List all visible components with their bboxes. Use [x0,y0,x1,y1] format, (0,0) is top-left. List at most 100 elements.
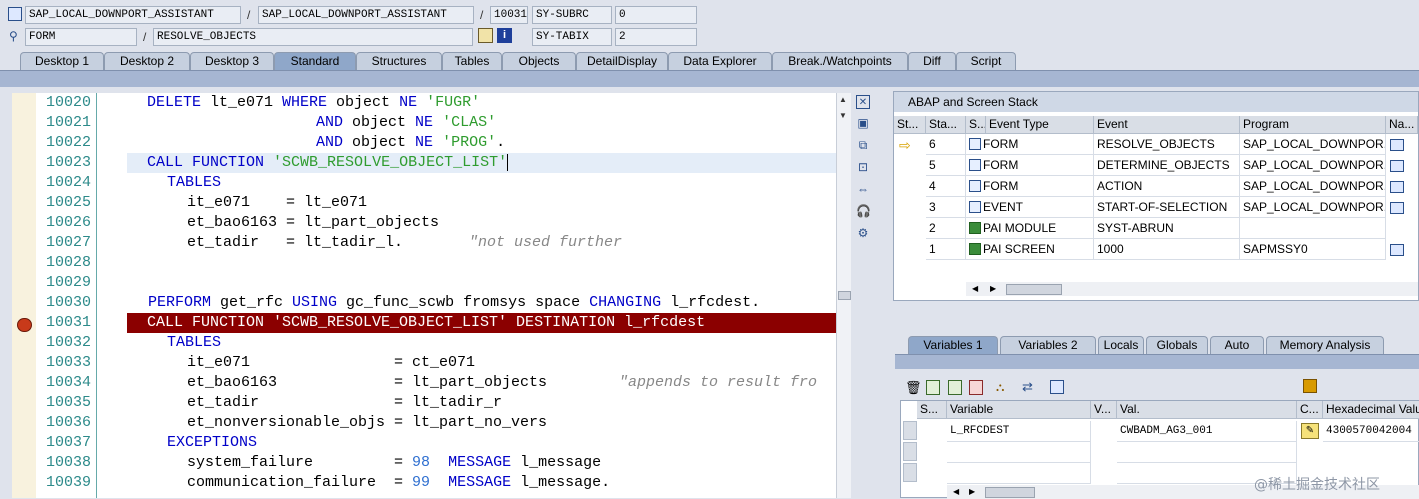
change-value-pencil-icon[interactable]: ✎ [1301,423,1319,439]
stack-row-level[interactable]: 1 [926,239,966,260]
save-icon[interactable] [1303,379,1317,393]
stack-row-level[interactable]: 6 [926,134,966,155]
scroll-up-icon[interactable]: ▲ [839,95,847,104]
stack-row-program[interactable]: SAP_LOCAL_DOWNPOR... [1240,134,1386,155]
var-col-header[interactable]: Hexadecimal Valu [1323,401,1419,419]
stack-row-type[interactable]: EVENT [966,197,1094,218]
scroll-right-icon[interactable]: ▶ [969,485,975,499]
stack-horizontal-scrollbar[interactable]: ◀ ▶ [966,282,1418,296]
navigate-icon[interactable] [1390,139,1404,151]
scroll-thumb[interactable] [1006,284,1062,295]
var-col-header[interactable]: Variable [947,401,1091,419]
source-editor[interactable]: 10020 10021 10022 10023 10024 10025 1002… [12,93,836,498]
navigate-icon[interactable] [1390,244,1404,256]
variable-value-cell[interactable]: CWBADM_AG3_001 [1117,421,1297,442]
var-col-header[interactable]: C... [1297,401,1323,419]
stack-col-header[interactable]: Sta... [926,116,966,134]
breakpoint-gutter[interactable] [12,93,37,498]
tab-globals[interactable]: Globals [1146,336,1208,354]
stack-row-event[interactable]: RESOLVE_OBJECTS [1094,134,1240,155]
tab-tables[interactable]: Tables [442,52,502,70]
scroll-thumb[interactable] [985,487,1035,498]
close-icon[interactable]: ✕ [856,95,870,109]
variable-name-cell[interactable] [947,463,1091,484]
var-col-header[interactable]: Val. [1117,401,1297,419]
stack-col-header[interactable]: Na... [1386,116,1418,134]
include-program-field[interactable]: SAP_LOCAL_DOWNPORT_ASSISTANT [258,6,474,24]
row-selector[interactable] [903,463,917,482]
navigate-icon[interactable] [1390,160,1404,172]
variable-hex-cell[interactable]: 4300570042004 [1323,421,1419,442]
filter-icon[interactable] [1050,380,1064,394]
stack-row-event[interactable]: START-OF-SELECTION [1094,197,1240,218]
swap-tool-icon[interactable]: ⧉ [856,138,870,152]
maximize-icon[interactable]: ⊡ [856,160,870,174]
event-type-field[interactable]: FORM [25,28,137,46]
scroll-left-icon[interactable]: ◀ [972,282,978,296]
tab-diff[interactable]: Diff [908,52,956,70]
main-program-field[interactable]: SAP_LOCAL_DOWNPORT_ASSISTANT [25,6,241,24]
headphones-icon[interactable]: 🎧 [856,204,871,218]
event-name-field[interactable]: RESOLVE_OBJECTS [153,28,473,46]
transfer-icon[interactable]: ⇄ [1022,379,1033,395]
tab-memory-analysis[interactable]: Memory Analysis [1266,336,1384,354]
scroll-left-icon[interactable]: ◀ [953,485,959,499]
stack-row-program[interactable] [1240,218,1386,239]
stack-col-header[interactable]: Event [1094,116,1240,134]
tab-watchpoints[interactable]: Break./Watchpoints [772,52,908,70]
delete-icon[interactable]: 🗑 [905,380,922,396]
tab-detaildisplay[interactable]: DetailDisplay [576,52,668,70]
tab-variables-1[interactable]: Variables 1 [908,336,998,354]
import-icon[interactable] [926,380,940,395]
stack-row-level[interactable]: 5 [926,155,966,176]
info-icon[interactable]: i [497,28,512,43]
tab-objects[interactable]: Objects [502,52,576,70]
row-selector[interactable] [903,442,917,461]
tab-desktop-3[interactable]: Desktop 3 [190,52,274,70]
resize-icon[interactable]: ⇔ [856,182,870,196]
navigate-icon[interactable] [1390,181,1404,193]
stack-row-program[interactable]: SAPMSSY0 [1240,239,1386,260]
stack-row-event[interactable]: DETERMINE_OBJECTS [1094,155,1240,176]
stack-row-type[interactable]: PAI MODULE [966,218,1094,239]
stack-col-header[interactable]: S... [966,116,986,134]
stack-row-type[interactable]: FORM [966,176,1094,197]
scroll-right-icon[interactable]: ▶ [990,282,996,296]
tab-standard[interactable]: Standard [274,52,356,70]
navigate-icon[interactable] [478,28,493,43]
stack-row-level[interactable]: 3 [926,197,966,218]
tab-desktop-1[interactable]: Desktop 1 [20,52,104,70]
scroll-thumb[interactable] [838,291,851,300]
variable-name-cell[interactable] [947,442,1091,463]
variable-name-cell[interactable]: L_RFCDEST [947,421,1091,442]
breakpoint-icon[interactable] [17,318,32,332]
stack-row-type[interactable]: PAI SCREEN [966,239,1094,260]
stack-col-header[interactable]: Event Type [986,116,1094,134]
tab-auto[interactable]: Auto [1210,336,1264,354]
scroll-down-icon[interactable]: ▼ [839,111,847,120]
stack-row-program[interactable]: SAP_LOCAL_DOWNPOR... [1240,176,1386,197]
stack-row-program[interactable]: SAP_LOCAL_DOWNPOR... [1240,197,1386,218]
editor-vertical-scrollbar[interactable]: ▲ ▼ [836,93,851,498]
new-tool-icon[interactable]: ▣ [856,116,870,130]
stack-row-event[interactable]: SYST-ABRUN [1094,218,1240,239]
stack-row-program[interactable]: SAP_LOCAL_DOWNPOR... [1240,155,1386,176]
tab-data-explorer[interactable]: Data Explorer [668,52,772,70]
var-col-header[interactable]: V... [1091,401,1117,419]
stack-col-header[interactable]: Program [1240,116,1386,134]
tab-structures[interactable]: Structures [356,52,442,70]
hierarchy-icon[interactable]: ⛬ [996,380,1004,395]
tab-locals[interactable]: Locals [1098,336,1144,354]
stack-col-header[interactable]: St... [894,116,926,134]
export-icon[interactable] [948,380,962,395]
stack-row-level[interactable]: 4 [926,176,966,197]
stack-row-type[interactable]: FORM [966,155,1094,176]
line-number-field[interactable]: 10031 [490,6,528,24]
tab-script[interactable]: Script [956,52,1016,70]
tab-variables-2[interactable]: Variables 2 [1000,336,1096,354]
variable-value-cell[interactable] [1117,442,1297,463]
services-icon[interactable]: ⚙ [856,226,870,240]
stack-row-event[interactable]: ACTION [1094,176,1240,197]
navigate-icon[interactable] [1390,202,1404,214]
stack-row-level[interactable]: 2 [926,218,966,239]
